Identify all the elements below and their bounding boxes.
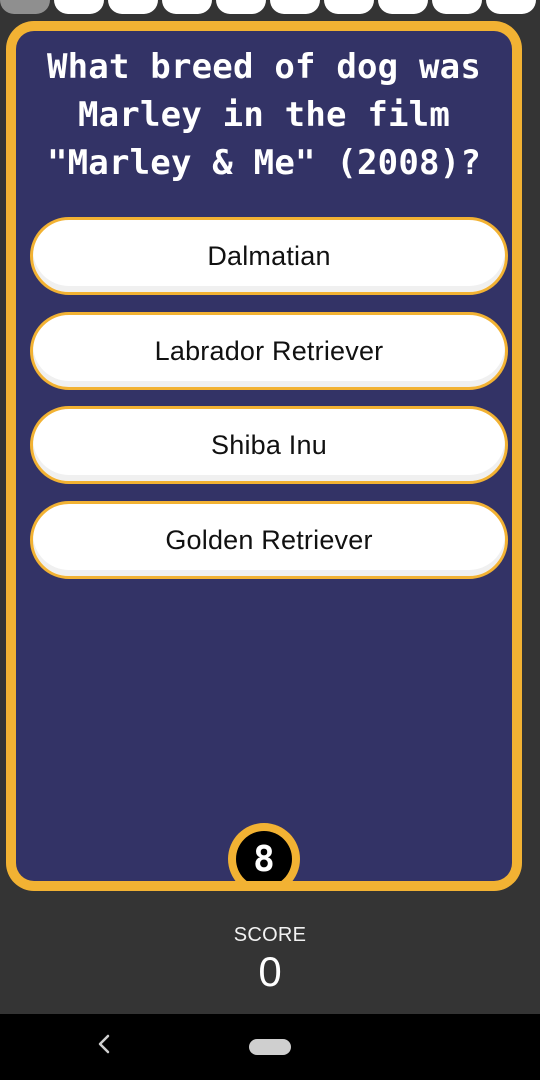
progress-step-4 bbox=[162, 0, 212, 14]
question-progress-bar bbox=[0, 0, 540, 16]
progress-step-8 bbox=[378, 0, 428, 14]
progress-step-7 bbox=[324, 0, 374, 14]
answer-shiba-inu-button[interactable]: Shiba Inu bbox=[30, 406, 508, 484]
answer-golden-retriever-button[interactable]: Golden Retriever bbox=[30, 501, 508, 579]
progress-step-5 bbox=[216, 0, 266, 14]
timer-value: 8 bbox=[236, 831, 292, 881]
countdown-timer: 8 bbox=[228, 823, 300, 881]
quiz-panel: What breed of dog was Marley in the film… bbox=[16, 31, 512, 881]
question-text: What breed of dog was Marley in the film… bbox=[46, 47, 482, 183]
progress-step-2 bbox=[54, 0, 104, 14]
answer-labrador-retriever-button[interactable]: Labrador Retriever bbox=[30, 312, 508, 390]
score-value: 0 bbox=[258, 948, 282, 995]
progress-step-9 bbox=[432, 0, 482, 14]
answer-dalmatian-button[interactable]: Dalmatian bbox=[30, 217, 508, 295]
progress-step-10 bbox=[486, 0, 536, 14]
system-navigation-bar bbox=[0, 1014, 540, 1080]
home-icon[interactable] bbox=[249, 1039, 291, 1055]
progress-step-1 bbox=[0, 0, 50, 14]
back-icon[interactable] bbox=[90, 1030, 118, 1058]
progress-step-3 bbox=[108, 0, 158, 14]
quiz-card: What breed of dog was Marley in the film… bbox=[6, 21, 522, 891]
score-label: SCORE bbox=[233, 924, 307, 946]
progress-step-6 bbox=[270, 0, 320, 14]
